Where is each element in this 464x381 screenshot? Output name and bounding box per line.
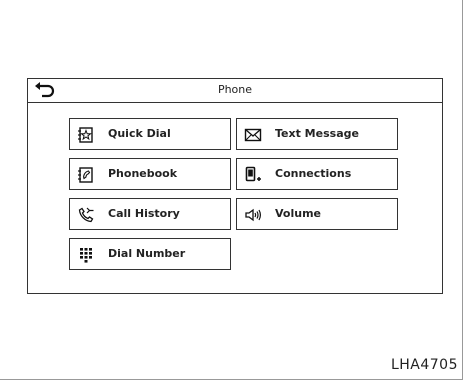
keypad-icon: [77, 246, 95, 264]
connections-label: Connections: [275, 167, 352, 180]
page-title: Phone: [217, 83, 253, 96]
envelope-icon: [244, 126, 262, 144]
speaker-icon: [244, 206, 262, 224]
quick-dial-button[interactable]: Quick Dial: [69, 118, 231, 150]
phonebook-icon: [77, 166, 95, 184]
quick-dial-label: Quick Dial: [108, 127, 171, 140]
phonebook-button[interactable]: Phonebook: [69, 158, 231, 190]
text-message-button[interactable]: Text Message: [236, 118, 398, 150]
dial-number-button[interactable]: Dial Number: [69, 238, 231, 270]
call-history-label: Call History: [108, 207, 180, 220]
volume-button[interactable]: Volume: [236, 198, 398, 230]
call-history-icon: [77, 206, 95, 224]
star-list-icon: [77, 126, 95, 144]
dial-number-label: Dial Number: [108, 247, 186, 260]
phone-screen: Phone Quick Dial Text Message Phonebook …: [27, 78, 443, 294]
volume-label: Volume: [275, 207, 321, 220]
text-message-label: Text Message: [275, 127, 359, 140]
phonebook-label: Phonebook: [108, 167, 178, 180]
phone-connect-icon: [244, 166, 262, 184]
figure-code: LHA4705: [390, 357, 458, 373]
screen-header: Phone: [28, 79, 442, 103]
connections-button[interactable]: Connections: [236, 158, 398, 190]
call-history-button[interactable]: Call History: [69, 198, 231, 230]
